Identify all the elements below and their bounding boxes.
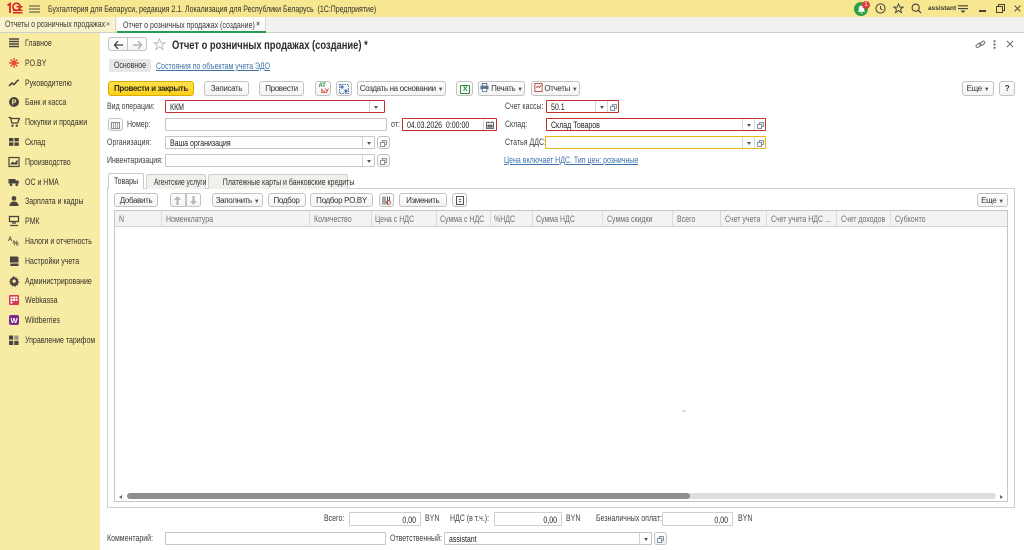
svg-text:W: W [10, 316, 18, 325]
svg-text:P: P [12, 100, 17, 107]
svg-text:%: % [13, 241, 20, 248]
